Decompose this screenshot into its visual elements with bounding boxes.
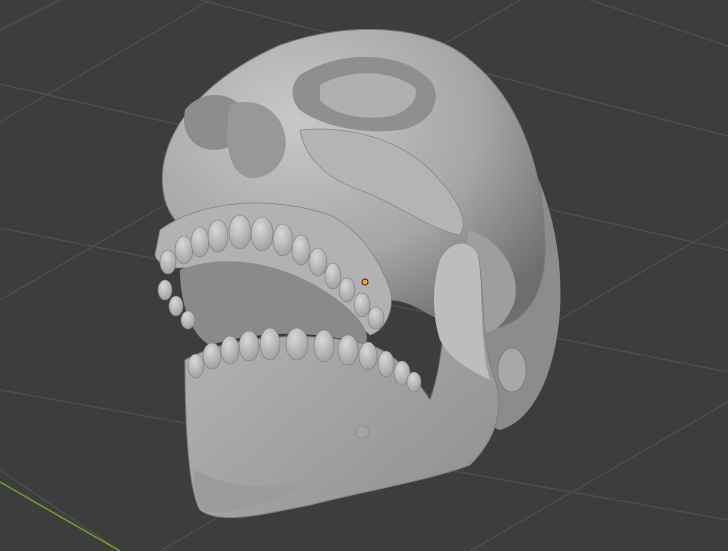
tooth [353,292,371,318]
tooth [406,371,422,393]
tooth [220,335,240,365]
tooth [207,219,229,253]
tooth [228,214,252,250]
mastoid [497,347,527,393]
tooth [187,353,205,379]
tooth [338,277,356,303]
tooth [168,295,184,317]
origin-dot-icon[interactable] [361,278,369,286]
tooth [377,350,395,378]
tooth [259,327,281,361]
tooth [358,341,378,371]
tooth [285,327,309,361]
tooth [180,310,196,330]
tooth [324,262,342,290]
3d-viewport[interactable] [0,0,728,551]
tooth [238,330,260,362]
tooth [174,235,194,265]
viewport-canvas[interactable] [0,0,728,551]
tooth [157,279,173,301]
tooth [190,226,210,258]
jaw-bump [354,425,370,439]
tooth [313,329,335,363]
tooth [159,249,177,275]
tooth [202,342,222,370]
tooth [337,334,359,366]
tooth [272,223,294,257]
tooth [367,306,385,330]
tooth [250,216,274,252]
tooth [291,234,311,266]
tooth [308,247,328,277]
